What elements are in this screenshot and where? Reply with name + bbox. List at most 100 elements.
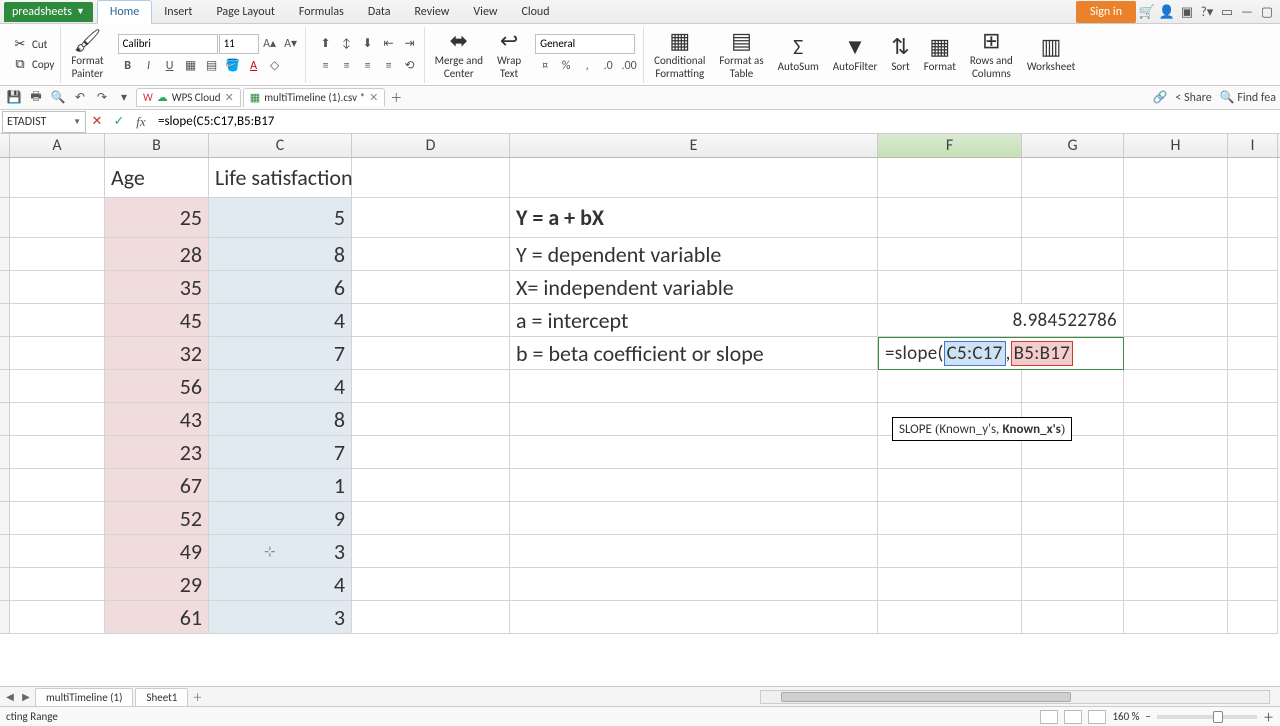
menu-view[interactable]: View <box>461 1 509 23</box>
cell[interactable] <box>878 568 1022 601</box>
cell-e[interactable] <box>510 568 878 601</box>
cell[interactable] <box>1228 403 1278 436</box>
cell-age[interactable]: 61 <box>105 601 209 634</box>
align-bottom-icon[interactable]: ⬇ <box>358 34 378 54</box>
cell-age[interactable]: 67 <box>105 469 209 502</box>
cell[interactable] <box>1124 337 1228 370</box>
cart-icon[interactable]: 🛒 <box>1138 3 1156 21</box>
cell-age[interactable]: 35 <box>105 271 209 304</box>
cell[interactable] <box>1228 198 1278 238</box>
cell-life-sat[interactable]: 7 <box>209 337 352 370</box>
cell[interactable] <box>1124 238 1228 271</box>
doctab-file[interactable]: ▦ multiTimeline (1).csv *✕ <box>243 88 386 107</box>
cell-b-header[interactable]: Age <box>105 158 209 198</box>
cell[interactable] <box>352 370 510 403</box>
cut-button[interactable]: ✂Cut <box>10 36 56 54</box>
cell[interactable] <box>1022 568 1124 601</box>
qat-dropdown-icon[interactable]: ▾ <box>114 88 134 108</box>
indent-decrease-icon[interactable]: ⇤ <box>379 34 399 54</box>
worksheet-button[interactable]: ▥Worksheet <box>1023 27 1080 83</box>
cell-age[interactable]: 45 <box>105 304 209 337</box>
cell[interactable] <box>1228 337 1278 370</box>
user-icon[interactable]: 👤 <box>1158 3 1176 21</box>
cell[interactable] <box>1228 158 1278 198</box>
cell-age[interactable]: 49 <box>105 535 209 568</box>
cell-c-header[interactable]: Life satisfaction <box>209 158 352 198</box>
format-painter-button[interactable]: 🖌Format Painter <box>67 27 107 83</box>
cell[interactable] <box>10 158 105 198</box>
cell[interactable] <box>1022 198 1124 238</box>
zoom-slider[interactable] <box>1157 715 1257 719</box>
indent-increase-icon[interactable]: ⇥ <box>400 34 420 54</box>
font-color-icon[interactable]: A <box>244 56 264 76</box>
cell[interactable] <box>10 198 105 238</box>
cell-age[interactable]: 23 <box>105 436 209 469</box>
align-left-icon[interactable]: ≡ <box>316 56 336 76</box>
fill-color-icon[interactable]: 🪣 <box>223 56 243 76</box>
cell[interactable] <box>10 370 105 403</box>
formula-input[interactable] <box>152 114 1280 129</box>
app-menu-button[interactable]: preadsheets▼ <box>4 2 93 22</box>
add-tab-button[interactable]: ＋ <box>387 89 405 107</box>
cell[interactable] <box>1124 568 1228 601</box>
cell[interactable] <box>1228 370 1278 403</box>
cell[interactable] <box>878 198 1022 238</box>
redo-icon[interactable]: ↷ <box>92 88 112 108</box>
preview-icon[interactable]: 🔍 <box>48 88 68 108</box>
col-header-h[interactable]: H <box>1124 134 1228 157</box>
col-header-e[interactable]: E <box>510 134 878 157</box>
conditional-formatting-button[interactable]: ▦Conditional Formatting <box>650 27 709 83</box>
cancel-formula-icon[interactable]: ✕ <box>86 111 108 133</box>
cell-age[interactable]: 25 <box>105 198 209 238</box>
cell[interactable] <box>1228 238 1278 271</box>
cell[interactable] <box>352 304 510 337</box>
cell[interactable] <box>1124 198 1228 238</box>
align-justify-icon[interactable]: ≡ <box>379 56 399 76</box>
cell[interactable] <box>878 370 1022 403</box>
cell-e[interactable] <box>510 535 878 568</box>
currency-icon[interactable]: ¤ <box>535 56 555 76</box>
fx-icon[interactable]: fx <box>130 111 152 133</box>
close-tab-icon[interactable]: ✕ <box>369 91 378 104</box>
percent-icon[interactable]: % <box>556 56 576 76</box>
cell[interactable] <box>1124 436 1228 469</box>
cell[interactable] <box>1228 502 1278 535</box>
col-header-i[interactable]: I <box>1228 134 1278 157</box>
select-all-corner[interactable] <box>0 134 10 157</box>
shrink-font-icon[interactable]: A▾ <box>281 34 301 54</box>
cell[interactable] <box>352 158 510 198</box>
cell[interactable] <box>1228 271 1278 304</box>
zoom-out-icon[interactable]: − <box>1146 710 1151 723</box>
view-break-icon[interactable] <box>1088 710 1106 724</box>
cell[interactable] <box>1022 535 1124 568</box>
menu-cloud[interactable]: Cloud <box>509 1 561 23</box>
cell[interactable] <box>352 436 510 469</box>
copy-button[interactable]: ⧉Copy <box>10 56 56 74</box>
cell[interactable] <box>510 158 878 198</box>
cell-age[interactable]: 29 <box>105 568 209 601</box>
cell-life-sat[interactable]: 3 <box>209 601 352 634</box>
cell-e[interactable]: Y = dependent variable <box>510 238 878 271</box>
cell-life-sat[interactable]: 9 <box>209 502 352 535</box>
cell[interactable] <box>352 238 510 271</box>
sort-button[interactable]: ⇅Sort <box>887 27 913 83</box>
menu-home[interactable]: Home <box>97 0 152 24</box>
cell[interactable] <box>1228 535 1278 568</box>
print-icon[interactable]: 🖶 <box>26 88 46 108</box>
comma-icon[interactable]: , <box>577 56 597 76</box>
orientation-icon[interactable]: ⟲ <box>400 56 420 76</box>
cell[interactable] <box>10 502 105 535</box>
cell-style-icon[interactable]: ▤ <box>202 56 222 76</box>
format-button[interactable]: ▦Format <box>920 27 960 83</box>
cell[interactable] <box>352 502 510 535</box>
cell[interactable] <box>10 238 105 271</box>
cell-e[interactable] <box>510 403 878 436</box>
inc-decimal-icon[interactable]: .0 <box>598 56 618 76</box>
cell-age[interactable]: 28 <box>105 238 209 271</box>
cell[interactable] <box>352 271 510 304</box>
zoom-level[interactable]: 160 % <box>1112 710 1139 723</box>
cell[interactable] <box>10 403 105 436</box>
cell[interactable] <box>1124 158 1228 198</box>
share-button[interactable]: < Share <box>1175 91 1211 105</box>
cell[interactable] <box>352 198 510 238</box>
